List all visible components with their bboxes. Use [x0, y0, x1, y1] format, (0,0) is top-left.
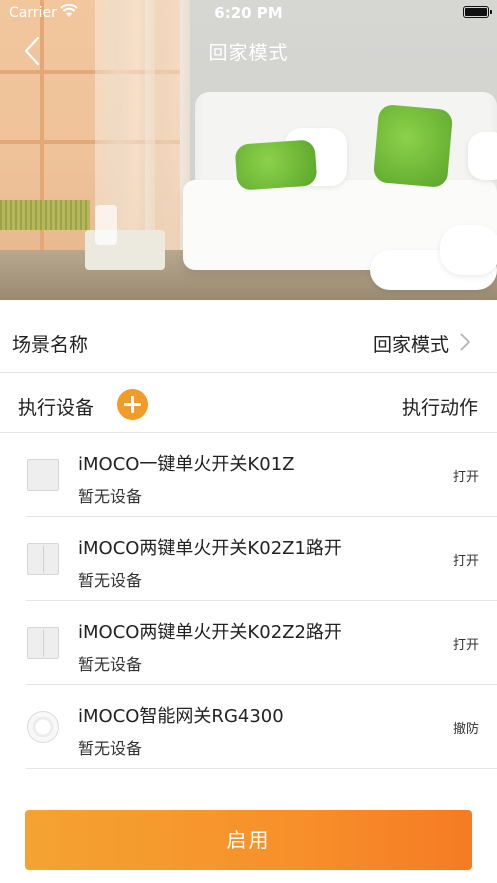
device-status: 暂无设备: [78, 571, 143, 590]
exec-header-row: 执行设备 执行动作: [0, 373, 497, 433]
device-name: iMOCO一键单火开关K01Z: [78, 454, 295, 475]
device-name: iMOCO两键单火开关K02Z1路开: [78, 538, 342, 559]
scene-name-row[interactable]: 场景名称 回家模式: [0, 300, 497, 373]
device-status: 暂无设备: [78, 739, 143, 758]
device-row[interactable]: iMOCO两键单火开关K02Z1路开 暂无设备 打开: [0, 517, 497, 601]
exec-actions-label: 执行动作: [401, 397, 478, 419]
device-action[interactable]: 打开: [453, 550, 479, 569]
switch-1gang-icon: [27, 459, 59, 491]
device-name: iMOCO智能网关RG4300: [78, 706, 284, 727]
enable-button[interactable]: 启用: [25, 810, 472, 870]
device-status: 暂无设备: [78, 487, 143, 506]
gateway-icon: [27, 711, 59, 743]
scene-name-label: 场景名称: [12, 334, 89, 356]
device-action[interactable]: 打开: [453, 466, 479, 485]
add-device-button[interactable]: [117, 389, 148, 420]
status-bar: Carrier 6:20 PM: [0, 0, 497, 26]
device-status: 暂无设备: [78, 655, 143, 674]
battery-icon: [463, 6, 492, 18]
page-title: 回家模式: [208, 42, 289, 64]
device-row[interactable]: iMOCO一键单火开关K01Z 暂无设备 打开: [0, 433, 497, 517]
switch-2gang-icon: [27, 543, 59, 575]
scene-name-value: 回家模式: [372, 334, 449, 356]
clock: 6:20 PM: [214, 4, 283, 22]
device-row[interactable]: iMOCO两键单火开关K02Z2路开 暂无设备 打开: [0, 601, 497, 685]
device-name: iMOCO两键单火开关K02Z2路开: [78, 622, 342, 643]
device-action[interactable]: 撤防: [453, 718, 479, 737]
device-action[interactable]: 打开: [453, 634, 479, 653]
device-row[interactable]: iMOCO智能网关RG4300 暂无设备 撤防: [0, 685, 497, 769]
exec-devices-label: 执行设备: [18, 397, 95, 419]
switch-2gang-icon: [27, 627, 59, 659]
chevron-right-icon: [460, 333, 471, 351]
